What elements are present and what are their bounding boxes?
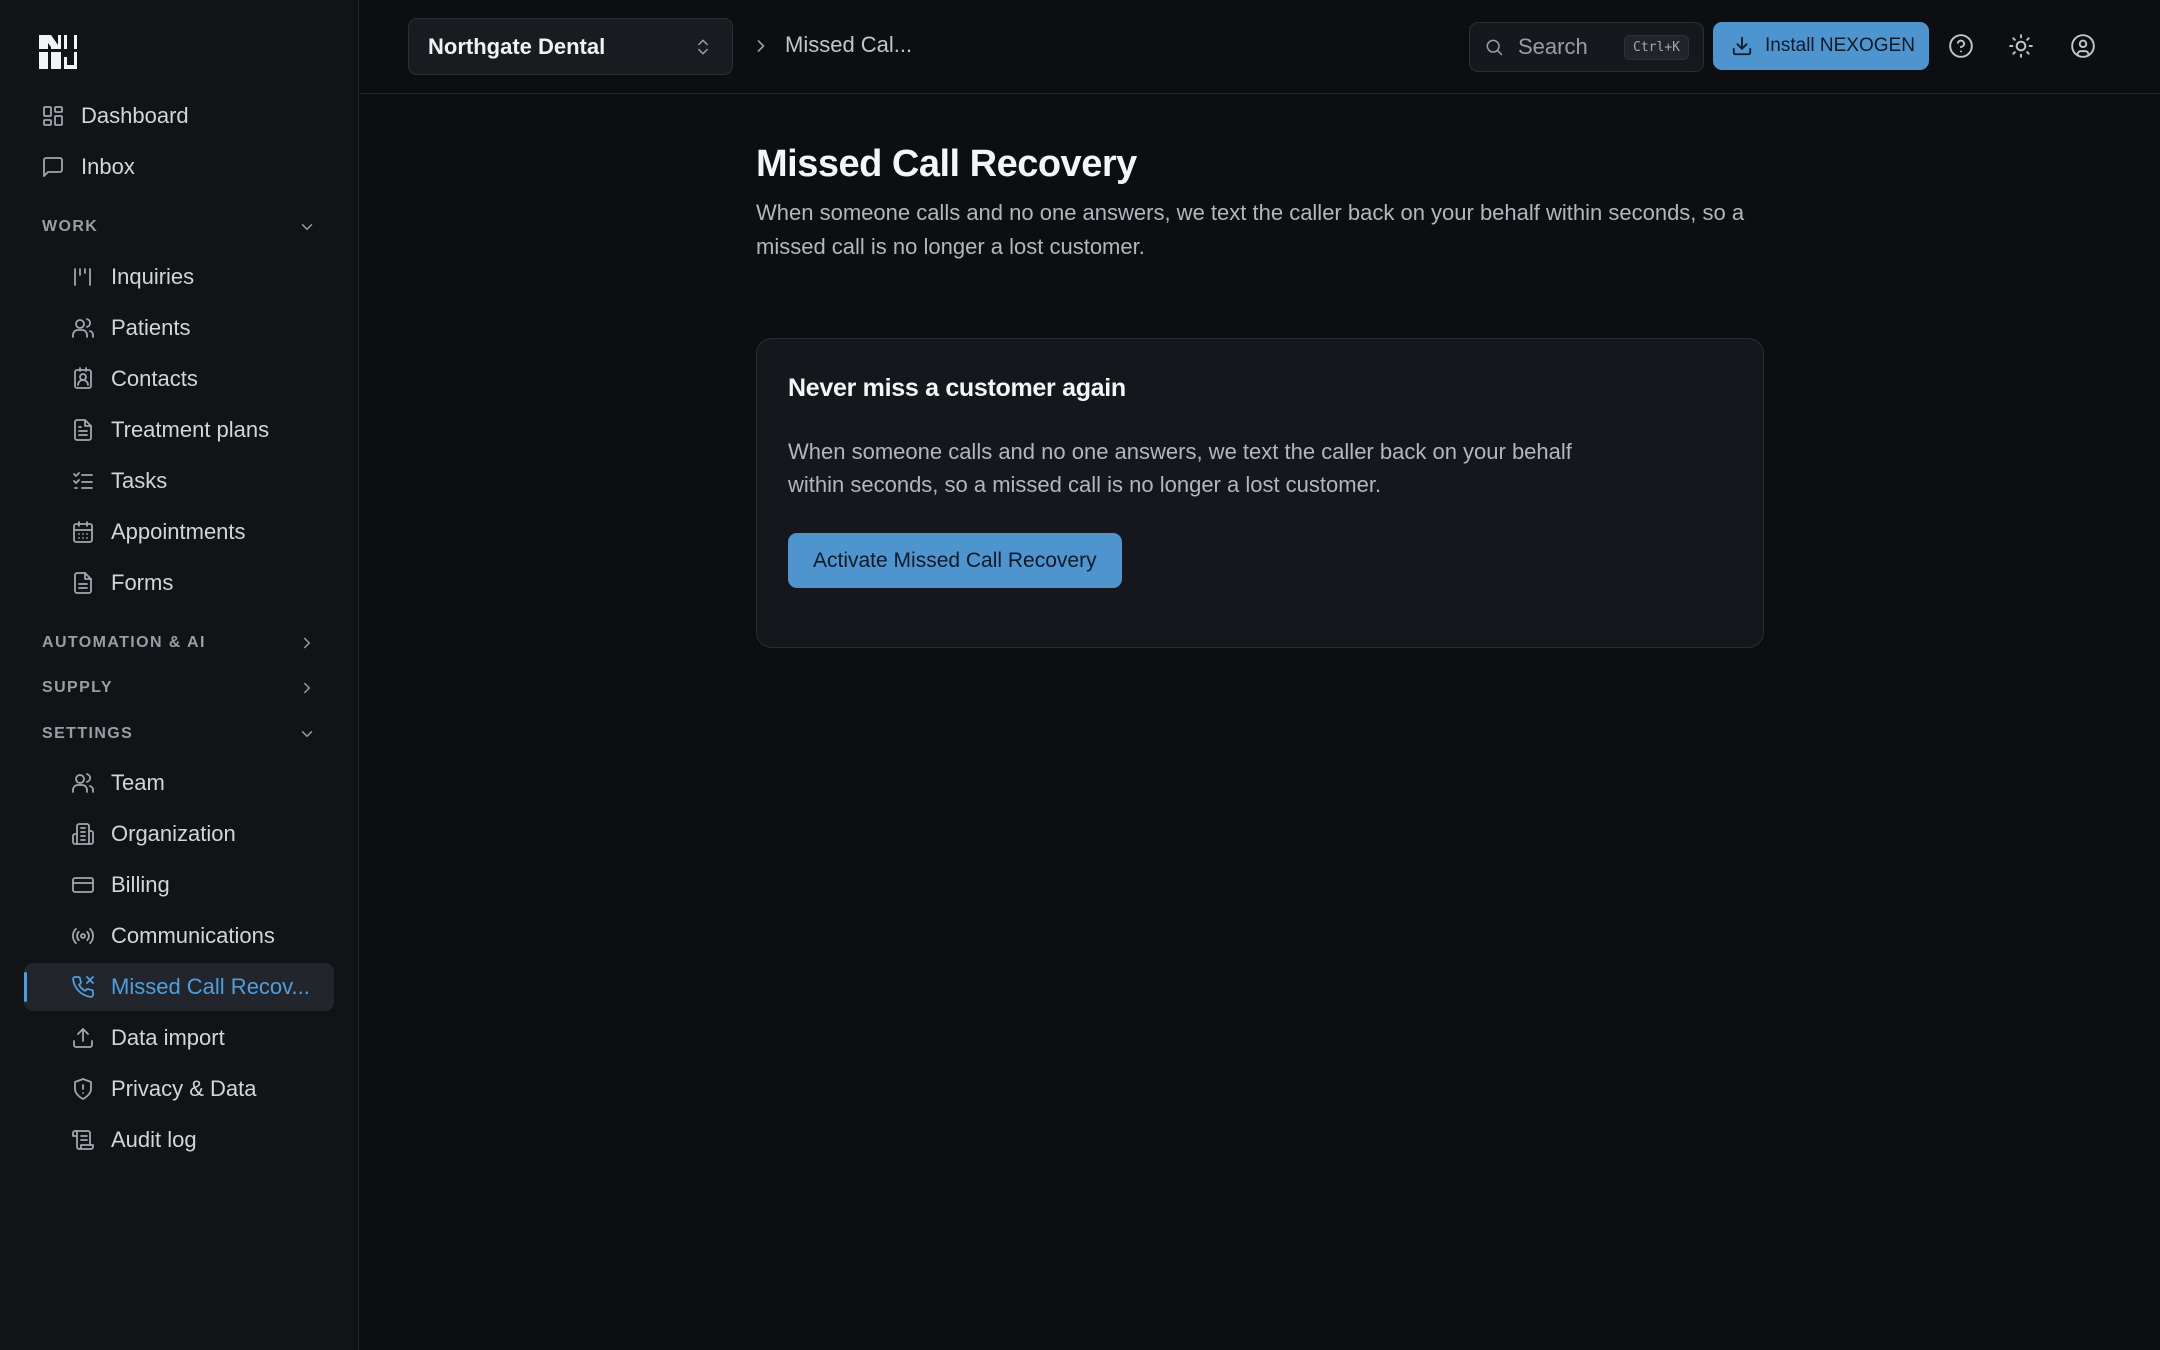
sidebar-item-label: Team [111, 770, 165, 795]
users-icon [71, 771, 95, 795]
install-label: Install NEXOGEN [1765, 35, 1915, 56]
sidebar-item-label: Treatment plans [111, 417, 270, 442]
sidebar-item-tasks[interactable]: Tasks [24, 457, 334, 505]
section-title: SUPPLY [42, 679, 113, 696]
building-icon [71, 822, 95, 846]
file-text-icon [71, 418, 95, 442]
users-icon [71, 316, 95, 340]
card-title: Never miss a customer again [788, 374, 1126, 402]
sidebar-item-data-import[interactable]: Data import [24, 1014, 334, 1062]
file-icon [71, 571, 95, 595]
organization-selector[interactable]: Northgate Dental [408, 18, 733, 75]
scroll-icon [71, 1128, 95, 1152]
sidebar-item-privacy-data[interactable]: Privacy & Data [24, 1065, 334, 1113]
sidebar-item-label: Privacy & Data [111, 1076, 257, 1101]
theme-toggle-button[interactable] [2008, 33, 2036, 61]
inquiries-icon [71, 265, 95, 289]
search-shortcut: Ctrl+K [1624, 34, 1689, 60]
sidebar-item-contacts[interactable]: Contacts [24, 355, 334, 403]
account-button[interactable] [2070, 33, 2098, 61]
app-logo[interactable] [37, 33, 79, 71]
sidebar-item-appointments[interactable]: Appointments [24, 508, 334, 556]
sun-icon [2008, 33, 2036, 59]
search-icon [1484, 37, 1504, 57]
section-title: WORK [42, 218, 99, 235]
activate-missed-call-recovery-button[interactable]: Activate Missed Call Recovery [788, 533, 1122, 588]
sidebar-item-label: Missed Call Recov... [111, 974, 310, 999]
help-button[interactable] [1948, 33, 1976, 61]
section-settings-toggle[interactable]: SETTINGS [42, 718, 316, 750]
chevron-right-icon [298, 634, 316, 652]
radio-icon [71, 924, 95, 948]
section-automation-toggle[interactable]: AUTOMATION & AI [42, 627, 316, 659]
chevrons-up-down-icon [693, 37, 713, 57]
chevron-right-icon [751, 36, 771, 56]
checklist-icon [71, 469, 95, 493]
sidebar-item-label: Appointments [111, 519, 246, 544]
sidebar-item-label: Patients [111, 315, 191, 340]
upload-icon [71, 1026, 95, 1050]
credit-card-icon [71, 873, 95, 897]
help-circle-icon [1948, 33, 1976, 59]
chevron-down-icon [298, 725, 316, 743]
top-header: Northgate Dental Missed Cal... Search Ct… [360, 0, 2160, 94]
page-description: When someone calls and no one answers, w… [756, 200, 1745, 259]
work-nav: Inquiries Patients Contacts Treatment pl… [24, 253, 334, 610]
chevron-down-icon [298, 218, 316, 236]
user-circle-icon [2070, 33, 2098, 59]
activation-card: Never miss a customer again When someone… [756, 338, 1764, 648]
sidebar-item-label: Contacts [111, 366, 198, 391]
page-title: Missed Call Recovery [756, 143, 1137, 185]
download-icon [1731, 35, 1753, 57]
shield-icon [71, 1077, 95, 1101]
sidebar-item-label: Dashboard [81, 103, 189, 128]
sidebar-item-label: Inquiries [111, 264, 195, 289]
sidebar-item-label: Audit log [111, 1127, 197, 1152]
sidebar-item-team[interactable]: Team [24, 759, 334, 807]
section-title: AUTOMATION & AI [42, 634, 206, 651]
sidebar-item-inquiries[interactable]: Inquiries [24, 253, 334, 301]
sidebar-item-label: Data import [111, 1025, 225, 1050]
phone-missed-icon [71, 975, 95, 999]
sidebar-item-missed-call-recovery[interactable]: Missed Call Recov... [24, 963, 334, 1011]
section-title: SETTINGS [42, 725, 134, 742]
search-placeholder: Search [1518, 34, 1588, 59]
sidebar: Dashboard Inbox WORK Inquiries Patients [0, 0, 359, 1350]
card-description: When someone calls and no one answers, w… [788, 439, 1572, 497]
organization-name: Northgate Dental [428, 33, 606, 59]
dashboard-icon [41, 104, 65, 128]
breadcrumb-current[interactable]: Missed Cal... [785, 32, 912, 58]
section-work-toggle[interactable]: WORK [42, 211, 316, 243]
sidebar-item-audit-log[interactable]: Audit log [24, 1116, 334, 1164]
calendar-icon [71, 520, 95, 544]
sidebar-item-label: Inbox [81, 154, 135, 179]
search-input[interactable]: Search Ctrl+K [1469, 22, 1704, 72]
install-app-button[interactable]: Install NEXOGEN [1713, 22, 1929, 70]
sidebar-item-billing[interactable]: Billing [24, 861, 334, 909]
sidebar-item-communications[interactable]: Communications [24, 912, 334, 960]
active-indicator [24, 972, 27, 1002]
chevron-right-icon [298, 679, 316, 697]
contact-card-icon [71, 367, 95, 391]
sidebar-item-label: Communications [111, 923, 275, 948]
sidebar-item-treatment-plans[interactable]: Treatment plans [24, 406, 334, 454]
sidebar-item-inbox[interactable]: Inbox [24, 143, 334, 191]
sidebar-item-dashboard[interactable]: Dashboard [24, 92, 334, 140]
section-supply-toggle[interactable]: SUPPLY [42, 672, 316, 704]
sidebar-item-label: Forms [111, 570, 174, 595]
message-square-icon [41, 155, 65, 179]
sidebar-item-label: Organization [111, 821, 236, 846]
sidebar-item-organization[interactable]: Organization [24, 810, 334, 858]
primary-nav: Dashboard Inbox [24, 92, 334, 194]
settings-nav: Team Organization Billing Communications… [24, 759, 334, 1167]
sidebar-item-forms[interactable]: Forms [24, 559, 334, 607]
sidebar-item-label: Billing [111, 872, 170, 897]
sidebar-item-patients[interactable]: Patients [24, 304, 334, 352]
sidebar-item-label: Tasks [111, 468, 168, 493]
